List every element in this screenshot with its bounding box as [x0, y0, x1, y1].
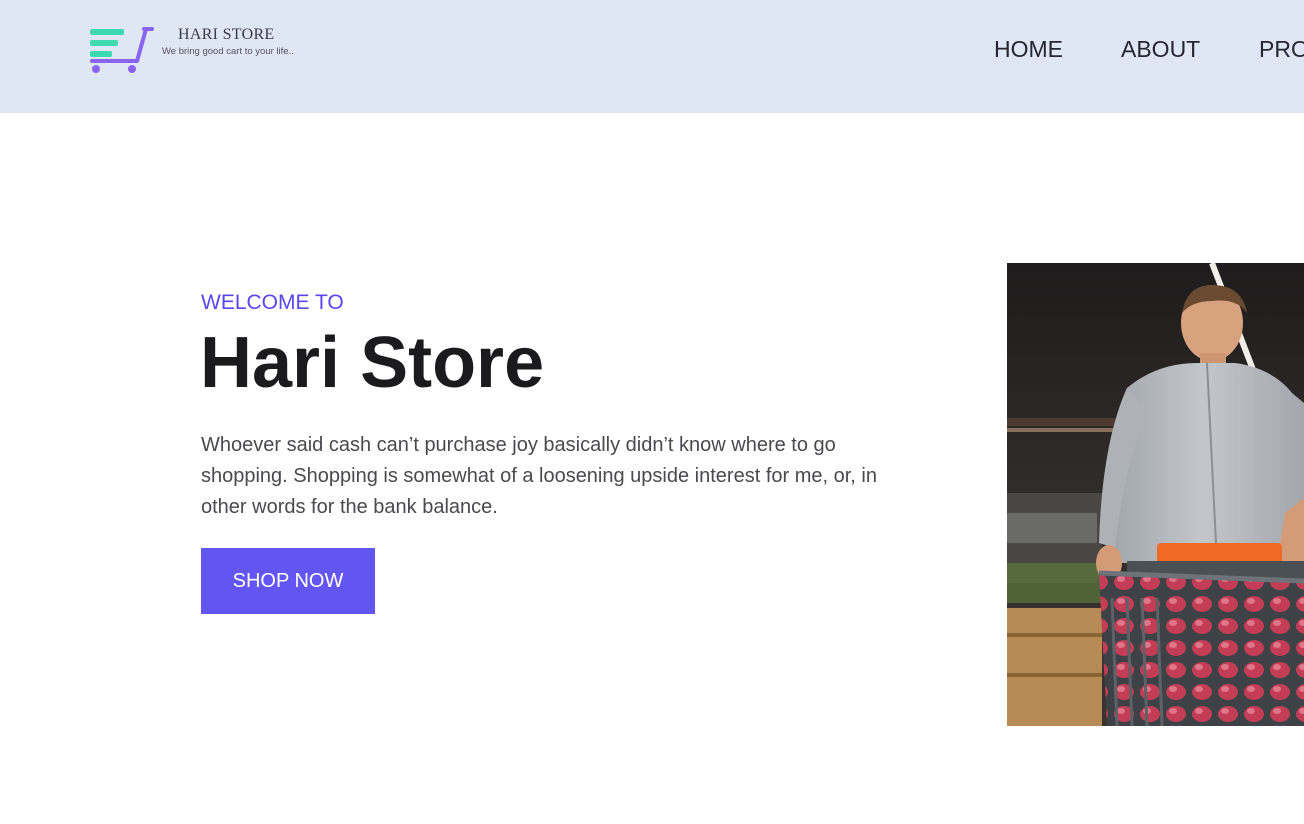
site-logo[interactable]: HARI STORE We bring good cart to your li… — [64, 17, 328, 77]
hero-description: Whoever said cash can’t purchase joy bas… — [201, 434, 877, 518]
nav-item-home[interactable]: HOME — [994, 36, 1063, 63]
nav-item-about[interactable]: ABOUT — [1121, 36, 1200, 63]
hero-subtitle: WELCOME TO — [201, 291, 344, 314]
logo-title: HARI STORE — [178, 26, 275, 43]
shop-now-button[interactable]: SHOP NOW — [201, 548, 375, 614]
nav-item-products[interactable]: PRO — [1259, 36, 1304, 63]
logo-tagline: We bring good cart to your life.. — [162, 46, 294, 57]
hero-title: Hari Store — [200, 323, 545, 403]
site-header: HARI STORE We bring good cart to your li… — [0, 0, 1304, 113]
hero-image — [1007, 263, 1304, 726]
shopping-cart-icon — [90, 27, 154, 73]
shopper-photo-illustration — [1007, 263, 1304, 726]
